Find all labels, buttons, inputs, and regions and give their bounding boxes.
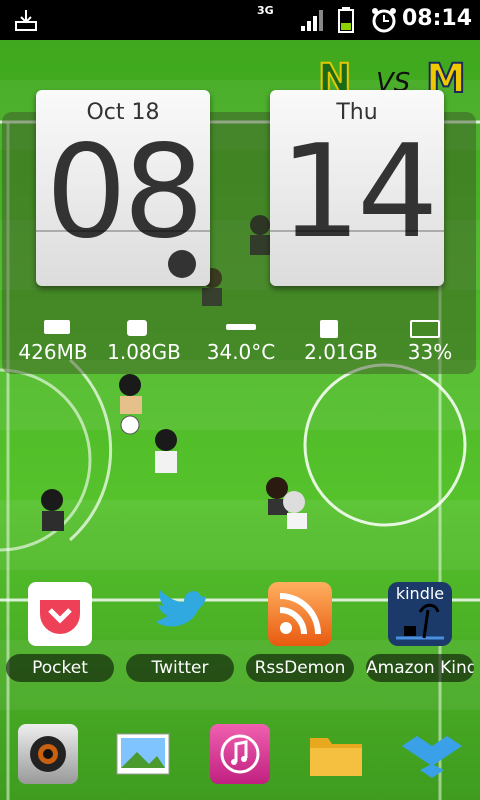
sdcard-icon: [320, 320, 338, 338]
flip-divider: [270, 230, 444, 232]
camera-icon[interactable]: [18, 724, 78, 784]
signal-strength-icon: [301, 10, 323, 31]
ram-stat: 426MB: [18, 340, 88, 364]
battery-icon: [410, 320, 440, 338]
app-label-twitter: Twitter: [126, 654, 234, 682]
dropbox-icon[interactable]: [402, 724, 462, 784]
alarm-clock-icon: [372, 8, 396, 33]
battery-stat: 33%: [407, 340, 453, 364]
day-flip-card[interactable]: Thu 14: [270, 90, 444, 286]
weather-icon: [168, 250, 196, 278]
music-icon[interactable]: [210, 724, 270, 784]
network-type-label: 3G: [257, 4, 274, 17]
temperature-stat: 34.0°C: [206, 340, 276, 364]
hour-digits: 08: [45, 118, 205, 267]
status-bar: 3G 08:14: [0, 0, 480, 40]
player-sprite: [266, 477, 288, 515]
rss-icon: [268, 582, 332, 646]
folder-icon[interactable]: [306, 724, 366, 784]
player-sprite: [119, 374, 142, 414]
player-sprite: [155, 429, 177, 473]
pocket-icon: [28, 582, 92, 646]
minute-digits: 14: [279, 118, 439, 267]
app-label-pocket: Pocket: [6, 654, 114, 682]
memory-chip-icon: [44, 320, 70, 334]
download-notification-icon[interactable]: [14, 8, 38, 32]
player-sprite: [283, 491, 307, 529]
flip-divider: [36, 230, 210, 232]
status-bar-time: 08:14: [401, 6, 472, 31]
internal-storage-stat: 1.08GB: [107, 340, 181, 364]
soccer-ball: [120, 415, 140, 435]
date-flip-card[interactable]: Oct 18 08: [36, 90, 210, 286]
player-sprite: [41, 489, 64, 531]
battery-icon: [338, 7, 354, 33]
storage-icon: [127, 320, 147, 336]
thermometer-icon: [226, 324, 256, 330]
kindle-icon: kindle: [388, 582, 452, 646]
app-label-rssdemon: RssDemon: [246, 654, 354, 682]
sdcard-stat: 2.01GB: [304, 340, 378, 364]
twitter-icon: [148, 582, 212, 646]
gallery-icon[interactable]: [113, 724, 173, 784]
app-label-amazon-kindle: Amazon Kind: [366, 654, 474, 682]
